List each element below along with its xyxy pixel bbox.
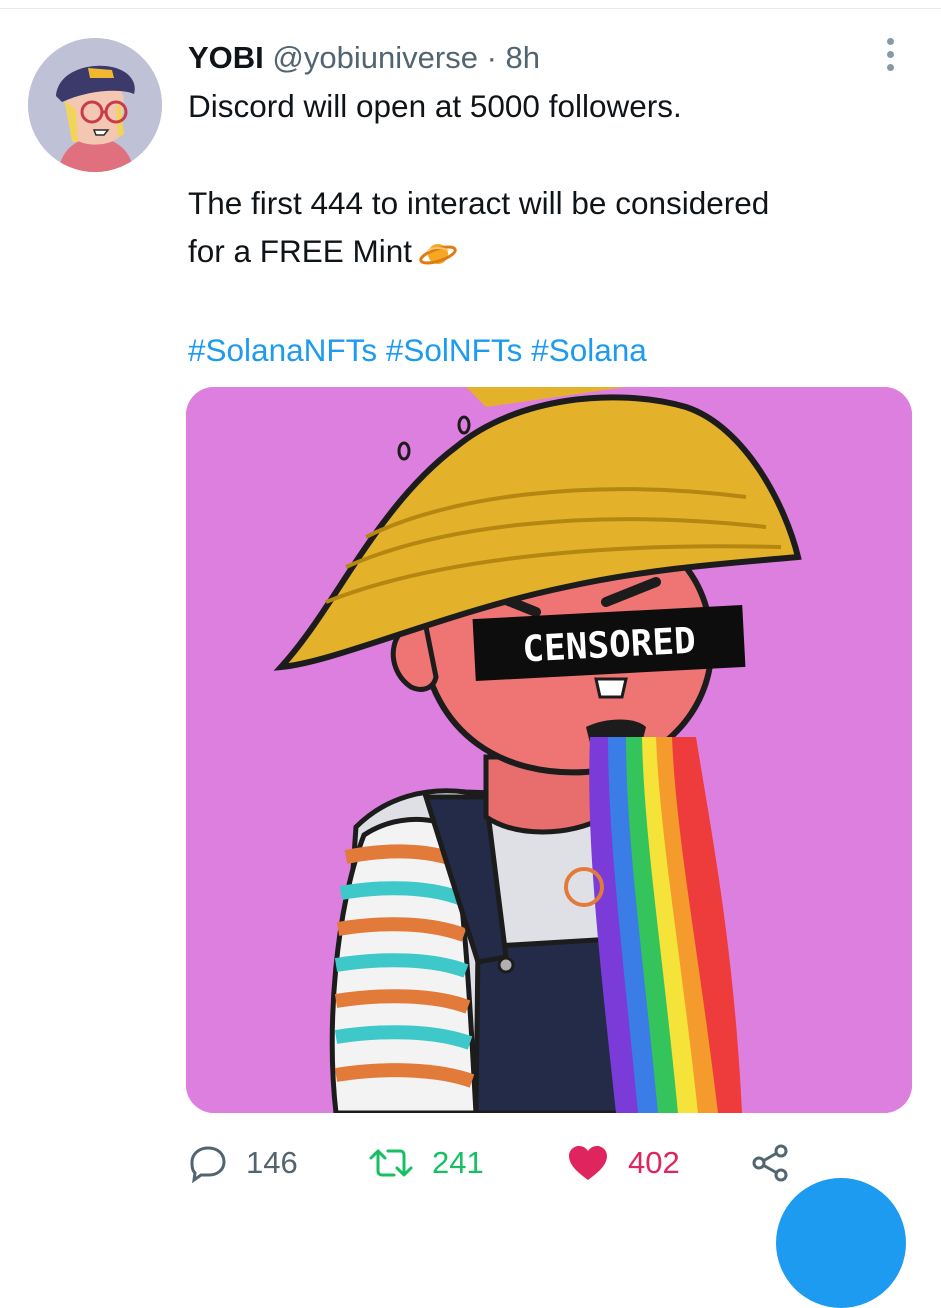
hashtag-link[interactable]: #Solana — [531, 332, 647, 368]
retweet-button[interactable]: 241 — [368, 1138, 484, 1188]
author-handle[interactable]: @yobiuniverse — [272, 40, 478, 75]
planet-emoji-icon — [419, 243, 457, 265]
tweet-text-line-2: The first 444 to interact will be consid… — [188, 185, 770, 221]
share-icon — [752, 1144, 788, 1182]
avatar[interactable] — [28, 38, 162, 172]
retweet-count: 241 — [432, 1145, 484, 1180]
tweet-text-line-3: for a FREE Mint — [188, 227, 458, 275]
hashtag-link[interactable]: #SolNFTs — [386, 332, 523, 368]
share-button[interactable] — [750, 1138, 790, 1188]
like-count: 402 — [628, 1145, 680, 1180]
tweet-text-line-1: Discord will open at 5000 followers. — [188, 88, 682, 124]
hashtag-link[interactable]: #SolanaNFTs — [188, 332, 377, 368]
tweet-time[interactable]: 8h — [506, 40, 540, 75]
tweet-image[interactable]: CENSORED — [186, 387, 912, 1113]
tweet-header: YOBI @yobiuniverse · 8h — [188, 38, 540, 78]
header-separator: · — [486, 40, 497, 75]
reply-icon — [190, 1146, 226, 1183]
more-icon[interactable] — [872, 36, 908, 72]
retweet-icon — [369, 1149, 413, 1177]
hashtags: #SolanaNFTs #SolNFTs #Solana — [188, 326, 647, 374]
reply-count: 146 — [246, 1145, 298, 1180]
reply-button[interactable]: 146 — [188, 1138, 298, 1188]
like-icon — [569, 1146, 607, 1180]
tweet-actions: 146 241 402 — [188, 1138, 928, 1188]
author-name[interactable]: YOBI — [188, 40, 264, 75]
tweet-text-line-3-text: for a FREE Mint — [188, 233, 413, 269]
top-divider — [0, 8, 941, 9]
like-button[interactable]: 402 — [566, 1138, 680, 1188]
compose-button[interactable] — [776, 1178, 906, 1308]
